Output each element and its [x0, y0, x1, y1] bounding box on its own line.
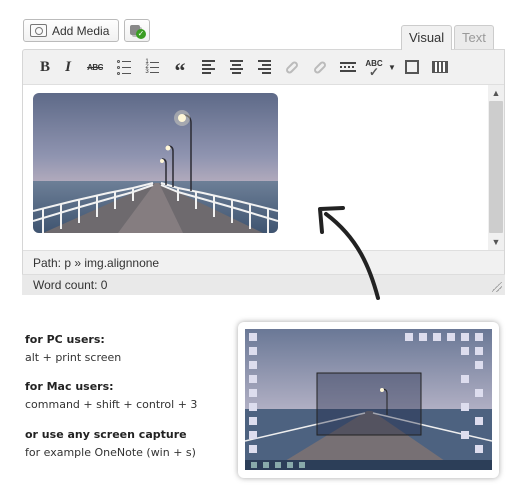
pc-users-heading: for PC users: [25, 333, 105, 346]
mac-users-heading: for Mac users: [25, 380, 114, 393]
any-capture-text: for example OneNote (win + s) [25, 446, 196, 459]
any-capture-heading: or use any screen capture [25, 428, 187, 441]
desktop-wallpaper [245, 329, 492, 470]
mac-users-text: command + shift + control + 3 [25, 398, 198, 411]
tab-visual[interactable]: Visual [401, 25, 453, 50]
desktop-screenshot [238, 322, 499, 478]
pc-users-text: alt + print screen [25, 351, 122, 364]
desktop-graphic [245, 329, 492, 470]
